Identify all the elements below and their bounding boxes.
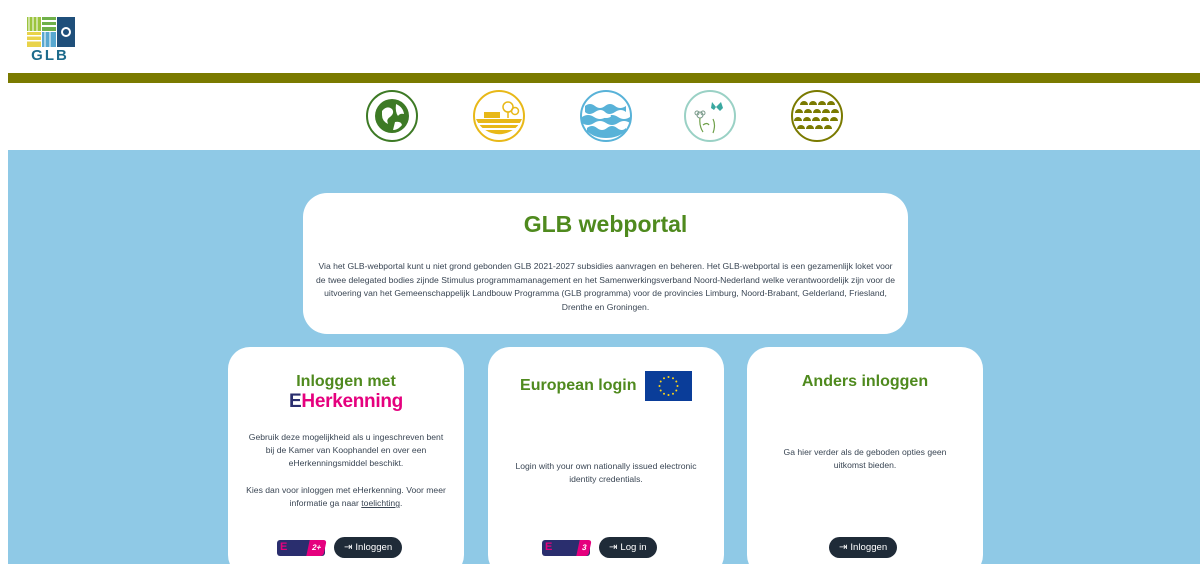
page-title: GLB webportal [523,211,688,237]
eherkenning-more-info-text: Kies dan voor inloggen met eHerkenning. … [246,485,446,508]
badge-level: 2+ [306,540,327,556]
farm-landscape-icon [473,90,525,142]
european-login-button[interactable]: ⇥ Log in [599,537,657,558]
login-arrow-icon: ⇥ [344,542,353,553]
page: GLB GLB webportal Via het GLB-webportal … [0,0,1204,564]
european-login-label: Log in [620,542,647,553]
olive-divider [8,73,1200,83]
login-arrow-icon: ⇥ [839,542,848,553]
earth-icon [366,90,418,142]
eherkenning-card-title: Inloggen met [296,373,396,390]
eherkenning-logo-text: Herkenning [301,391,403,412]
intro-text: Via het GLB-webportal kunt u niet grond … [316,261,895,312]
theme-icons-row [8,83,1200,150]
european-login-card: European login Login with your own natio… [488,347,724,564]
glb-logo-icon [27,17,75,47]
eherkenning-more-info: Kies dan voor inloggen met eHerkenning. … [243,484,449,510]
eherkenning-level-badge: E 2+ [277,540,327,556]
eu-flag-icon [644,371,692,401]
badge-e: E [545,541,553,553]
european-level-badge: E 3 [542,540,592,556]
eherkenning-logo: EHerkenning [228,391,464,413]
flowers-butterfly-icon [684,90,736,142]
other-login-button[interactable]: ⇥ Inloggen [829,537,898,558]
intro-card: GLB webportal Via het GLB-webportal kunt… [303,193,908,334]
other-login-title: Anders inloggen [801,373,929,390]
toelichting-link[interactable]: toelichting [361,498,400,508]
other-login-label: Inloggen [850,542,888,553]
european-login-title: European login [520,377,637,394]
eherkenning-login-label: Inloggen [355,542,393,553]
header: GLB [0,0,1204,73]
other-login-description: Ga hier verder als de geboden opties gee… [783,447,947,470]
eherkenning-logo-e: E [289,391,302,412]
field-rows-icon [791,90,843,142]
other-login-card: Anders inloggen Ga hier verder als de ge… [747,347,983,564]
european-login-description: Login with your own nationally issued el… [515,461,697,484]
eherkenning-card: Inloggen met EHerkenning Gebruik deze mo… [228,347,464,564]
water-waves-icon [580,90,632,142]
european-login-header: European login [488,371,724,401]
glb-logo[interactable]: GLB [24,17,76,64]
login-arrow-icon: ⇥ [609,542,618,553]
badge-level: 3 [575,540,592,556]
eherkenning-more-info-suffix: . [399,498,403,508]
logo-text: GLB [31,47,69,64]
eherkenning-login-button[interactable]: ⇥ Inloggen [334,537,403,558]
badge-e: E [280,541,288,553]
eherkenning-description: Gebruik deze mogelijkheid als u ingeschr… [248,432,444,468]
